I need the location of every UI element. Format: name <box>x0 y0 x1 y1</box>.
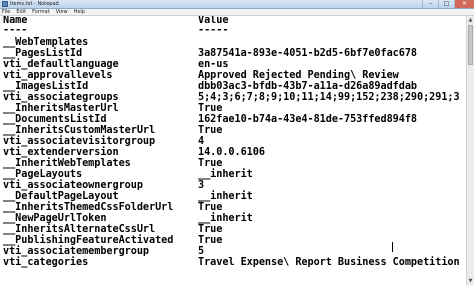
text-caret <box>392 242 393 252</box>
scroll-up-arrow-icon[interactable]: ▲ <box>467 16 474 24</box>
list-item: vti_associatemembergroup 5 <box>3 246 204 257</box>
list-item: __InheritsCustomMasterUrl True <box>3 125 222 136</box>
list-item: __ImagesListId dbb03ac3-bfdb-43b7-a11a-d… <box>3 81 417 92</box>
property-value: True <box>198 235 223 246</box>
property-value: True <box>198 158 223 169</box>
property-value: __inherit <box>198 191 253 202</box>
list-item: __PageLayouts __inherit <box>3 169 253 180</box>
vertical-scrollbar[interactable]: ▲ ▼ <box>466 16 474 285</box>
list-item: vti_extenderversion 14.0.0.6106 <box>3 147 265 158</box>
menu-help[interactable]: Help <box>74 9 85 15</box>
title-bar[interactable]: Items.txt - Notepad – □ ✕ <box>0 0 474 9</box>
list-item: __InheritsAlternateCssUrl True <box>3 224 222 235</box>
property-value: True <box>198 103 223 114</box>
property-name: __PageLayouts <box>3 169 83 180</box>
property-value: 3 <box>198 180 205 191</box>
list-item: vti_associategroups 5;4;3;6;7;8;9;10;11;… <box>3 92 460 103</box>
property-name: __InheritWebTemplates <box>3 158 131 169</box>
property-value: 3a87541a-893e-4051-b2d5-6bf7e0fac678 <box>198 48 418 59</box>
property-value: Travel Expense\ Report Business Competit… <box>198 257 460 268</box>
property-name: vti_associateownergroup <box>3 180 143 191</box>
separator-name: ---- <box>3 25 28 36</box>
property-value: True <box>198 125 223 136</box>
scroll-down-arrow-icon[interactable]: ▼ <box>467 277 474 285</box>
property-name: __PublishingFeatureActivated <box>3 235 174 246</box>
text-editor-area[interactable]: Name Value ---- ----- __WebTemplates __P… <box>0 16 466 285</box>
property-name: vti_associategroups <box>3 92 119 103</box>
property-name: __InheritsMasterUrl <box>3 103 119 114</box>
property-value: 14.0.0.6106 <box>198 147 265 158</box>
menu-format[interactable]: Format <box>32 9 50 15</box>
property-name: vti_associatemembergroup <box>3 246 150 257</box>
property-name: __InheritsCustomMasterUrl <box>3 125 156 136</box>
property-name: __InheritsThemedCssFolderUrl <box>3 202 174 213</box>
property-value: en-us <box>198 59 229 70</box>
property-value: 162fae10-b74a-43e4-81de-753ffed894f8 <box>198 114 418 125</box>
property-value: __inherit <box>198 169 253 180</box>
scrollbar-thumb[interactable] <box>468 25 473 65</box>
window-title: Items.txt - Notepad <box>10 1 59 7</box>
list-item: __InheritWebTemplates True <box>3 158 222 169</box>
property-name: __DefaultPageLayout <box>3 191 119 202</box>
menu-file[interactable]: File <box>2 9 10 15</box>
property-value: Approved Rejected Pending\ Review <box>198 70 399 81</box>
menu-view[interactable]: View <box>56 9 68 15</box>
property-name: __ImagesListId <box>3 81 89 92</box>
property-value: True <box>198 224 223 235</box>
list-item: __PublishingFeatureActivated True <box>3 235 222 246</box>
notepad-window: Items.txt - Notepad – □ ✕ File Edit Form… <box>0 0 474 285</box>
list-item: vti_associatevisitorgroup 4 <box>3 136 204 147</box>
property-value: 5;4;3;6;7;8;9;10;11;14;99;152;238;290;29… <box>198 92 460 103</box>
property-name: vti_defaultlanguage <box>3 59 119 70</box>
property-name: vti_extenderversion <box>3 147 119 158</box>
list-item: __InheritsMasterUrl True <box>3 103 222 114</box>
list-item: vti_approvallevels Approved Rejected Pen… <box>3 70 399 81</box>
property-name: vti_categories <box>3 257 89 268</box>
property-value: 5 <box>198 246 205 257</box>
list-item: __InheritsThemedCssFolderUrl True <box>3 202 222 213</box>
property-name: __DocumentsListId <box>3 114 107 125</box>
close-button[interactable]: ✕ <box>454 0 474 8</box>
property-name: __PagesListId <box>3 48 83 59</box>
property-name: vti_associatevisitorgroup <box>3 136 156 147</box>
property-name: __InheritsAlternateCssUrl <box>3 224 156 235</box>
separator-value: ----- <box>198 25 229 36</box>
minimize-button[interactable]: – <box>422 0 438 8</box>
menu-bar: File Edit Format View Help <box>0 9 474 16</box>
list-item: __DocumentsListId 162fae10-b74a-43e4-81d… <box>3 114 417 125</box>
property-name: __NewPageUrlToken <box>3 213 107 224</box>
list-item: __DefaultPageLayout __inherit <box>3 191 253 202</box>
caption-buttons: – □ ✕ <box>422 0 474 9</box>
maximize-button[interactable]: □ <box>438 0 454 8</box>
property-name: vti_approvallevels <box>3 70 113 81</box>
separator-row: ---- ----- <box>3 25 228 36</box>
list-item: vti_defaultlanguage en-us <box>3 59 228 70</box>
property-name: __WebTemplates <box>3 37 89 48</box>
property-value: __inherit <box>198 213 253 224</box>
notepad-icon <box>2 1 8 7</box>
list-item: vti_associateownergroup 3 <box>3 180 204 191</box>
menu-edit[interactable]: Edit <box>16 9 26 15</box>
list-item: __WebTemplates <box>3 37 88 48</box>
property-value: dbb03ac3-bfdb-43b7-a11a-d26a89adfdab <box>198 81 418 92</box>
property-value: 4 <box>198 136 205 147</box>
list-item: __NewPageUrlToken __inherit <box>3 213 253 224</box>
list-item: __PagesListId 3a87541a-893e-4051-b2d5-6b… <box>3 48 417 59</box>
list-item: vti_categories Travel Expense\ Report Bu… <box>3 257 460 268</box>
property-value: True <box>198 202 223 213</box>
